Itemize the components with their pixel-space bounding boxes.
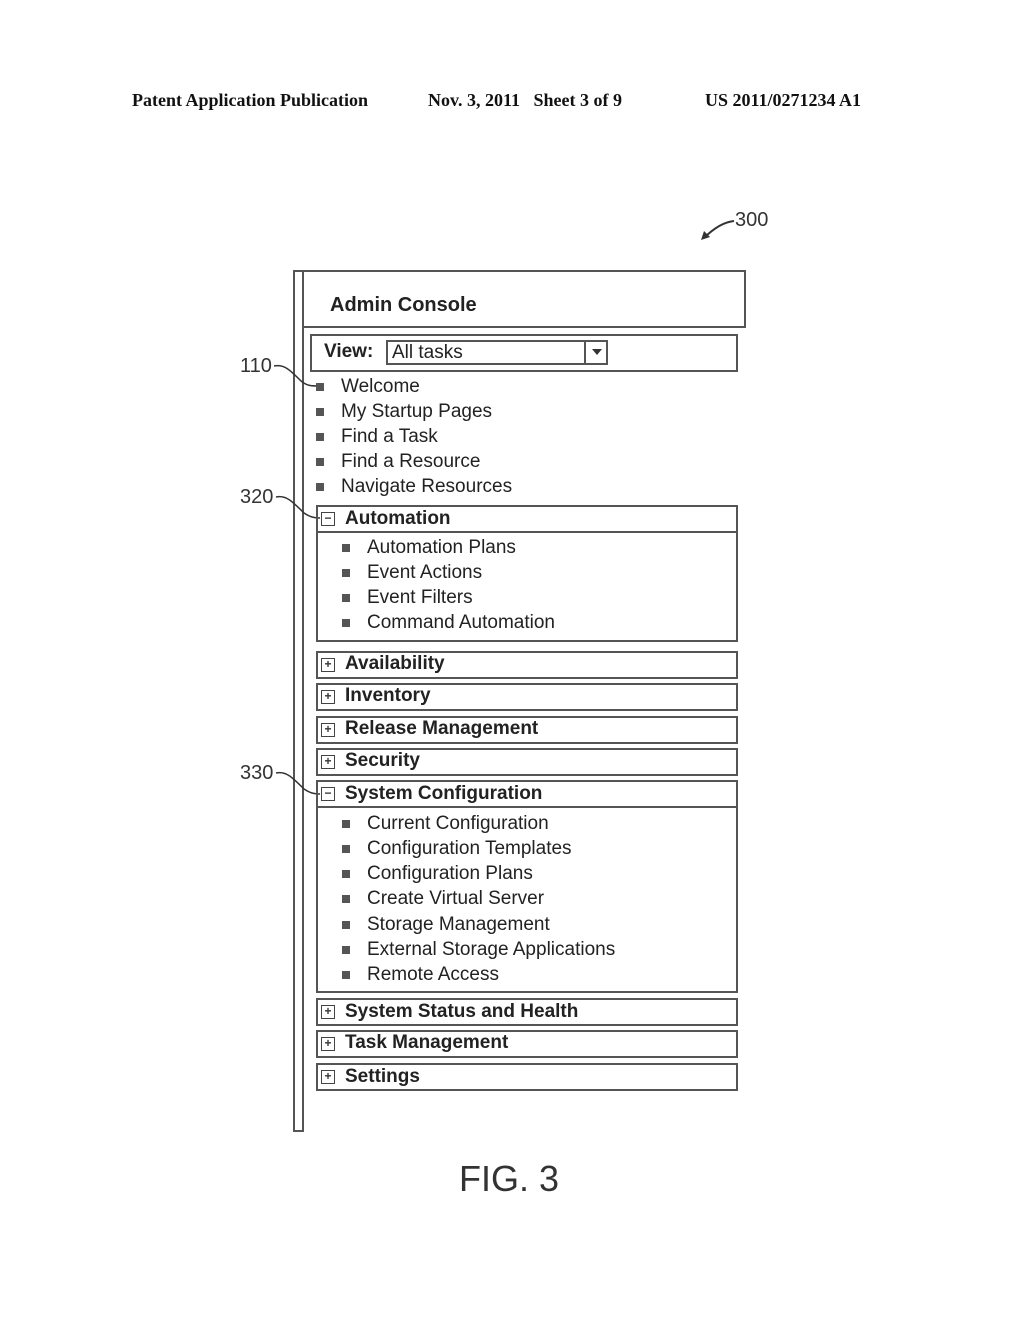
view-select-value: All tasks bbox=[392, 342, 463, 363]
task-link-current-configuration[interactable]: Current Configuration bbox=[367, 813, 549, 835]
group-label-system-status-and-health: System Status and Health bbox=[345, 1001, 579, 1022]
task-link-navigate-resources[interactable]: Navigate Resources bbox=[341, 476, 512, 498]
task-link-my-startup-pages[interactable]: My Startup Pages bbox=[341, 401, 492, 423]
callout-110: 110 bbox=[240, 355, 272, 377]
task-link-welcome[interactable]: Welcome bbox=[341, 376, 420, 398]
bullet-icon bbox=[316, 433, 324, 441]
bullet-icon bbox=[316, 383, 324, 391]
group-label-task-management: Task Management bbox=[345, 1032, 509, 1053]
publication-number: US 2011/0271234 A1 bbox=[705, 90, 862, 110]
expand-icon[interactable]: + bbox=[321, 755, 335, 769]
expand-icon[interactable]: + bbox=[321, 1070, 335, 1084]
collapse-icon[interactable]: − bbox=[321, 512, 335, 526]
task-link-command-automation[interactable]: Command Automation bbox=[367, 612, 555, 634]
console-title: Admin Console bbox=[330, 294, 477, 316]
task-link-configuration-templates[interactable]: Configuration Templates bbox=[367, 838, 572, 860]
bullet-icon bbox=[316, 483, 324, 491]
task-link-event-actions[interactable]: Event Actions bbox=[367, 562, 482, 584]
group-label-security: Security bbox=[345, 750, 420, 771]
console-scrollbar[interactable] bbox=[293, 270, 304, 1132]
group-label-system-configuration: System Configuration bbox=[345, 783, 543, 804]
bullet-icon bbox=[342, 544, 350, 552]
callout-leader-line bbox=[273, 364, 319, 387]
figure-caption: FIG. 3 bbox=[459, 1158, 560, 1199]
task-link-automation-plans[interactable]: Automation Plans bbox=[367, 537, 516, 559]
task-link-create-virtual-server[interactable]: Create Virtual Server bbox=[367, 888, 544, 910]
bullet-icon bbox=[342, 845, 350, 853]
group-label-settings: Settings bbox=[345, 1066, 420, 1087]
group-label-automation: Automation bbox=[345, 508, 451, 529]
expand-icon[interactable]: + bbox=[321, 1037, 335, 1051]
task-link-configuration-plans[interactable]: Configuration Plans bbox=[367, 863, 533, 885]
bullet-icon bbox=[342, 569, 350, 577]
callout-330: 330 bbox=[240, 762, 274, 784]
callout-320: 320 bbox=[240, 486, 274, 508]
expand-icon[interactable]: + bbox=[321, 723, 335, 737]
date-sheet: Nov. 3, 2011 Sheet 3 of 9 bbox=[428, 90, 623, 110]
task-link-storage-management[interactable]: Storage Management bbox=[367, 914, 550, 936]
group-label-inventory: Inventory bbox=[345, 685, 431, 706]
task-link-remote-access[interactable]: Remote Access bbox=[367, 964, 499, 986]
bullet-icon bbox=[316, 458, 324, 466]
bullet-icon bbox=[342, 895, 350, 903]
bullet-icon bbox=[342, 946, 350, 954]
collapse-icon[interactable]: − bbox=[321, 787, 335, 801]
group-label-release-management: Release Management bbox=[345, 718, 539, 739]
bullet-icon bbox=[316, 408, 324, 416]
bullet-icon bbox=[342, 971, 350, 979]
expand-icon[interactable]: + bbox=[321, 690, 335, 704]
expand-icon[interactable]: + bbox=[321, 658, 335, 672]
task-link-find-a-task[interactable]: Find a Task bbox=[341, 426, 438, 448]
figure-reference: 300 bbox=[735, 209, 769, 231]
task-link-event-filters[interactable]: Event Filters bbox=[367, 587, 473, 609]
publication-label: Patent Application Publication bbox=[132, 90, 369, 110]
task-link-find-a-resource[interactable]: Find a Resource bbox=[341, 451, 480, 473]
bullet-icon bbox=[342, 619, 350, 627]
chevron-down-icon[interactable] bbox=[584, 340, 608, 365]
bullet-icon bbox=[342, 820, 350, 828]
bullet-icon bbox=[342, 594, 350, 602]
bullet-icon bbox=[342, 921, 350, 929]
task-link-external-storage-applications[interactable]: External Storage Applications bbox=[367, 939, 615, 961]
reference-arrow-icon bbox=[701, 220, 735, 240]
bullet-icon bbox=[342, 870, 350, 878]
view-label: View: bbox=[324, 341, 374, 362]
group-system-configuration bbox=[316, 780, 738, 993]
group-label-availability: Availability bbox=[345, 653, 445, 674]
expand-icon[interactable]: + bbox=[321, 1005, 335, 1019]
